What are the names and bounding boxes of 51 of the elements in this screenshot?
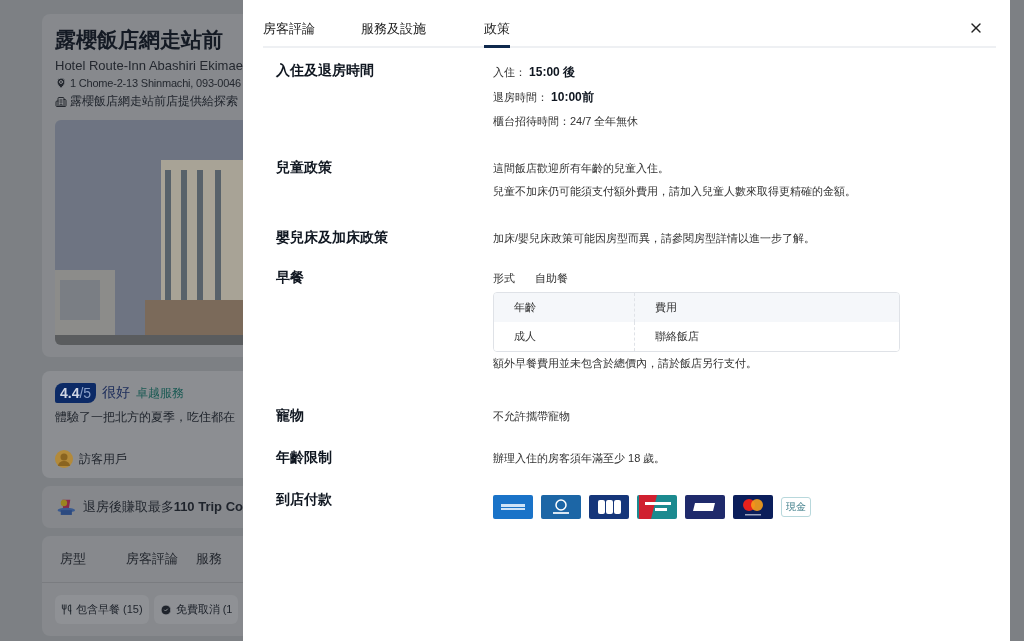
section-title: 年齡限制	[276, 449, 333, 467]
section-title: 到店付款	[276, 491, 333, 509]
table-cell: 聯絡飯店	[634, 322, 899, 351]
review-text: 體驗了一把北方的夏季，吃住都在	[55, 409, 236, 426]
mastercard-card-icon	[733, 495, 773, 519]
visa-card-icon	[685, 495, 725, 519]
rating-score: 4.4/5	[55, 383, 97, 403]
section-title: 嬰兒床及加床政策	[276, 229, 389, 247]
breakfast-type-label: 形式	[493, 271, 515, 286]
section-tab[interactable]: 房型	[42, 536, 108, 582]
policy-text: 辦理入住的房客須年滿至少 18 歲。	[493, 451, 667, 466]
policy-text: 入住： 15:00 後	[493, 64, 577, 81]
rating-label: 很好	[102, 384, 131, 402]
hotel-description: 露櫻飯店網走站前店提供給探索	[70, 93, 238, 110]
check-circle-icon	[159, 603, 172, 616]
review-author: 訪客用戶	[79, 450, 127, 468]
table-header-cell-text: 年齡	[513, 300, 537, 315]
amex-card-icon	[493, 495, 533, 519]
breakfast-note: 額外早餐費用並未包含於總價內，請於飯店另行支付。	[493, 356, 758, 371]
coins-message: 退房後賺取最多110 Trip Co	[82, 498, 243, 516]
service-label: 卓越服務	[136, 384, 185, 402]
filter-chip[interactable]: 包含早餐 (15)	[55, 595, 149, 624]
policy-text: 不允許攜帶寵物	[493, 409, 571, 424]
avatar-icon	[55, 450, 73, 468]
policy-text: 加床/嬰兒床政策可能因房型而異，請參閱房型詳情以進一步了解。	[493, 231, 817, 246]
jcb-card-icon	[589, 495, 629, 519]
policy-text: 這間飯店歡迎所有年齡的兒童入住。	[493, 161, 670, 176]
cash-tag: 現金	[781, 497, 811, 517]
hotel-name: 露櫻飯店網走站前	[55, 27, 224, 53]
dialog-tab[interactable]: 服務及設施	[361, 20, 426, 48]
dialog-tab[interactable]: 政策	[484, 20, 510, 48]
diners-card-icon	[541, 495, 581, 519]
section-tab[interactable]: 房客評論	[107, 536, 178, 582]
section-title: 寵物	[276, 407, 305, 425]
section-title: 兒童政策	[276, 159, 333, 177]
hotel-address: 1 Chome-2-13 Shinmachi, 093-0046	[70, 77, 241, 89]
filter-chip[interactable]: 免費取消 (1	[153, 595, 239, 624]
policy-text: 兒童不加床仍可能須支付額外費用，請加入兒童人數來取得更精確的金額。	[493, 184, 857, 199]
dialog-tab[interactable]: 房客評論	[263, 20, 315, 48]
utensils-icon	[61, 604, 72, 615]
building-icon	[55, 95, 67, 108]
hotel-english-name: Hotel Route-Inn Abashiri Ekimae	[55, 58, 243, 73]
policy-text: 退房時間： 10:00前	[493, 89, 595, 106]
section-title: 入住及退房時間	[276, 62, 375, 80]
location-pin-icon	[55, 77, 67, 89]
policy-text: 櫃台招待時間：24/7 全年無休	[493, 114, 640, 129]
unionpay-card-icon	[637, 495, 677, 519]
table-cell-text: 成人	[513, 329, 537, 344]
section-tab[interactable]: 服務	[177, 536, 243, 582]
breakfast-type-value: 自助餐	[535, 271, 568, 286]
section-title: 早餐	[276, 269, 305, 287]
